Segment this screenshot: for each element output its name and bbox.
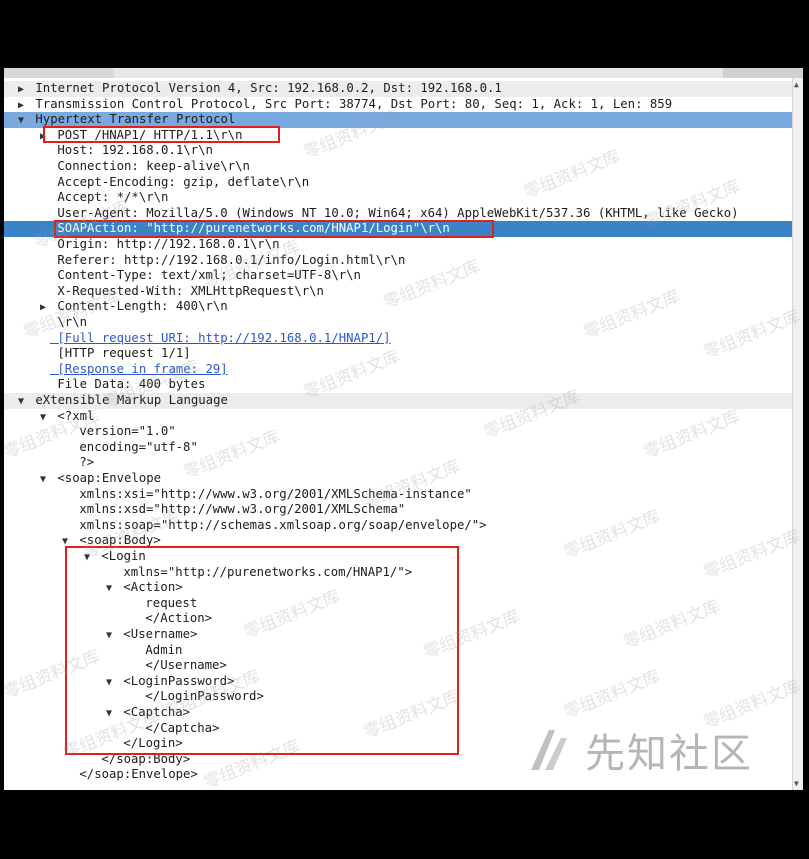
tree-row-label: xmlns:xsi="http://www.w3.org/2001/XMLSch… [72,486,472,501]
tree-row[interactable]: \r\n [4,315,803,331]
tree-row-label: version="1.0" [72,424,176,439]
tree-row[interactable]: Host: 192.168.0.1\r\n [4,143,803,159]
tree-row[interactable]: ▼ <soap:Envelope [4,471,803,487]
tree-row-label: Origin: http://192.168.0.1\r\n [50,237,280,251]
toc-tab[interactable] [723,68,803,78]
tree-row-label: Transmission Control Protocol, Src Port:… [28,96,673,111]
tree-row-label: eXtensible Markup Language [28,393,228,407]
screenshot-stage: </soap:Envelope> </soap:Body> </Login> <… [0,0,809,859]
tree-row-label: encoding="utf-8" [72,439,198,454]
xianzhi-logo-text: 先知社区 [585,731,753,777]
tree-row[interactable]: ?> [4,455,803,471]
tree-row-label: xmlns:soap="http://schemas.xmlsoap.org/s… [72,517,487,532]
tree-row[interactable]: Accept: */*\r\n [4,190,803,206]
scroll-down-icon[interactable]: ▼ [794,779,799,788]
highlight-box-soapaction [54,220,494,238]
xianzhi-logo: 先知社区 [525,720,785,780]
tree-row[interactable]: xmlns:xsd="http://www.w3.org/2001/XMLSch… [4,502,803,518]
tree-row[interactable]: ▼ eXtensible Markup Language [4,393,803,409]
vertical-scrollbar[interactable]: ▲ ▼ [792,78,803,790]
collapse-arrow-icon[interactable]: ▼ [14,113,28,128]
highlight-box-post-request-line [43,126,280,143]
tree-row[interactable]: xmlns:soap="http://schemas.xmlsoap.org/s… [4,518,803,534]
tree-row[interactable]: X-Requested-With: XMLHttpRequest\r\n [4,284,803,300]
collapse-arrow-icon[interactable]: ▼ [36,410,50,425]
tree-row-label: <soap:Envelope [50,471,162,485]
tree-row-label: [Response in frame: 29] [50,361,228,376]
tree-row-label: Content-Type: text/xml; charset=UTF-8\r\… [50,268,361,283]
tree-row[interactable]: encoding="utf-8" [4,440,803,456]
tree-row-label: Referer: http://192.168.0.1/info/Login.h… [50,252,406,267]
scroll-up-icon[interactable]: ▲ [794,80,799,89]
tree-row[interactable]: Connection: keep-alive\r\n [4,159,803,175]
tree-row-label: Host: 192.168.0.1\r\n [50,143,213,158]
tree-row[interactable]: ▼ <?xml [4,409,803,425]
tree-row[interactable]: [HTTP request 1/1] [4,346,803,362]
tree-row-label: Content-Length: 400\r\n [50,299,228,314]
tree-row[interactable]: File Data: 400 bytes [4,377,803,393]
tree-row-label: Accept-Encoding: gzip, deflate\r\n [50,174,310,189]
tree-row[interactable]: xmlns:xsi="http://www.w3.org/2001/XMLSch… [4,487,803,503]
tree-row[interactable]: version="1.0" [4,424,803,440]
tree-row-label: [HTTP request 1/1] [50,346,191,361]
tree-row[interactable]: Accept-Encoding: gzip, deflate\r\n [4,175,803,191]
tree-row[interactable]: [Full request URI: http://192.168.0.1/HN… [4,331,803,347]
tree-row[interactable]: Origin: http://192.168.0.1\r\n [4,237,803,253]
tree-row-label: \r\n [50,315,88,329]
tree-row-label: Accept: */*\r\n [50,190,169,205]
tree-row-label: Connection: keep-alive\r\n [50,159,250,173]
tree-row-label: </soap:Envelope> [72,767,198,782]
expand-arrow-icon[interactable]: ▶ [14,98,28,113]
tree-row-label: Internet Protocol Version 4, Src: 192.16… [28,81,502,95]
collapse-arrow-icon[interactable]: ▼ [14,394,28,409]
tree-row-label: <?xml [50,408,95,423]
tree-row[interactable]: Content-Type: text/xml; charset=UTF-8\r\… [4,268,803,284]
tree-row-label: X-Requested-With: XMLHttpRequest\r\n [50,283,324,298]
tree-row-label: xmlns:xsd="http://www.w3.org/2001/XMLSch… [72,502,406,517]
tree-row-label: [Full request URI: http://192.168.0.1/HN… [50,330,391,345]
expand-arrow-icon[interactable]: ▶ [14,82,28,97]
tree-row[interactable]: [Response in frame: 29] [4,362,803,378]
tree-row[interactable]: ▶ Transmission Control Protocol, Src Por… [4,97,803,113]
tree-row-label: ?> [72,455,95,470]
tree-row-label: User-Agent: Mozilla/5.0 (Windows NT 10.0… [50,205,739,220]
tree-row[interactable]: ▶ Content-Length: 400\r\n [4,299,803,315]
previous-pane-left [4,68,114,78]
collapse-arrow-icon[interactable]: ▼ [36,472,50,487]
tree-row[interactable]: ▶ Internet Protocol Version 4, Src: 192.… [4,81,803,97]
previous-pane-strip [4,68,803,78]
tree-row[interactable]: Referer: http://192.168.0.1/info/Login.h… [4,253,803,269]
tree-row-label: Hypertext Transfer Protocol [28,112,236,127]
highlight-box-login-body [65,546,459,755]
expand-arrow-icon[interactable]: ▶ [36,300,50,315]
xianzhi-logo-icon [525,726,573,774]
tree-row-label: File Data: 400 bytes [50,377,206,392]
